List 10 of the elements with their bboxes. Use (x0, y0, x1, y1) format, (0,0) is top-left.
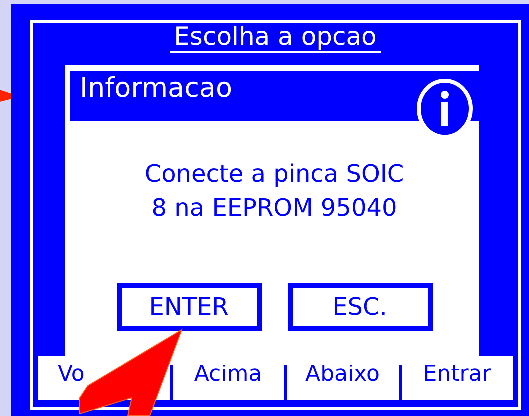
dialog-title: Informacao (80, 72, 232, 106)
arrow-mark (0, 88, 12, 104)
softkey-label[interactable]: Abaixo (306, 362, 380, 387)
screen-title: Escolha a opcao (170, 23, 381, 53)
softkey-label[interactable]: Acima (194, 362, 262, 387)
dialog-message: Conecte a pinca SOIC 8 na EEPROM 95040 (144, 159, 406, 224)
softkey-label[interactable]: Vo (58, 362, 85, 387)
dialog-button[interactable]: ENTER (116, 283, 262, 331)
softkey-label[interactable]: Entrar (423, 362, 492, 387)
dialog-button[interactable]: ESC. (288, 283, 432, 331)
